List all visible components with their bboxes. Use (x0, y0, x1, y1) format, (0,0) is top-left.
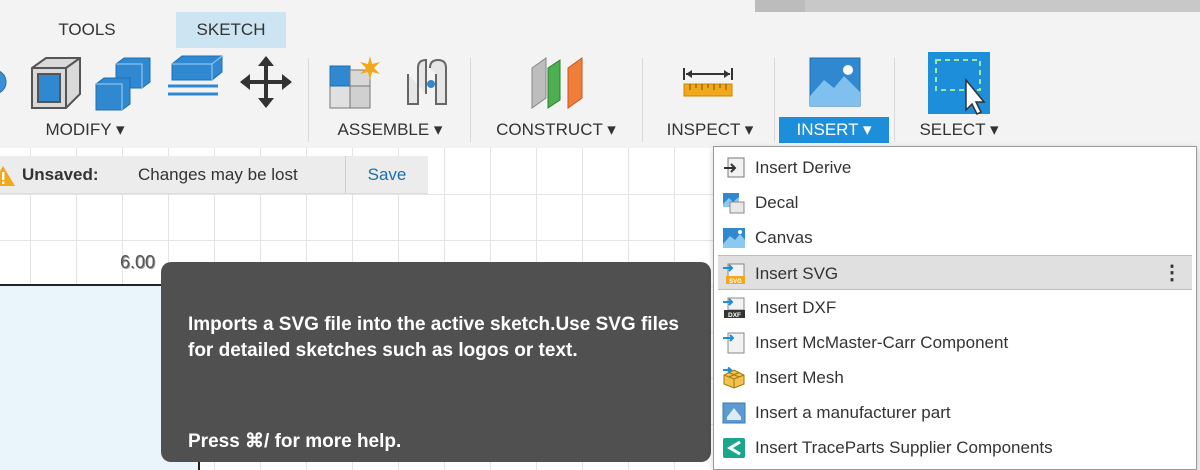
unsaved-banner: Unsaved: Changes may be lost Save (0, 156, 428, 194)
split-body-icon[interactable] (166, 54, 226, 104)
insert-dxf-icon: DXF (723, 297, 745, 319)
decal-icon (723, 193, 745, 214)
measure-icon[interactable] (680, 66, 736, 98)
svg-text:SVG: SVG (729, 279, 742, 285)
menu-item-insert-mesh[interactable]: Insert Mesh (718, 360, 1192, 395)
insert-image-icon[interactable] (808, 56, 862, 108)
toolbar-divider (642, 58, 643, 142)
inspect-menu[interactable]: INSPECT ▾ (660, 117, 760, 143)
tab-sketch[interactable]: SKETCH (176, 12, 286, 48)
tooltip-help-hint: Press ⌘/ for more help. (188, 431, 402, 452)
insert-svg-icon: SVG (723, 263, 745, 285)
toolbar-divider (308, 58, 309, 142)
toolbar-divider (470, 58, 471, 142)
insert-dropdown-menu: Insert Derive Decal Canvas SVG Insert SV… (713, 146, 1197, 470)
toolbar-divider (774, 58, 775, 142)
toolbar: MODIFY ▾ ASSEMBLE ▾ CONSTRUCT ▾ INSPECT … (0, 48, 1200, 148)
select-icon[interactable] (926, 50, 992, 116)
new-component-icon[interactable] (326, 52, 384, 112)
insert-derive-icon (724, 157, 745, 178)
modify-menu[interactable]: MODIFY ▾ (30, 117, 140, 143)
more-options-icon[interactable]: ⋮ (1162, 256, 1182, 291)
menu-item-insert-svg[interactable]: SVG Insert SVG ⋮ (718, 255, 1192, 290)
construction-plane-icon[interactable] (528, 54, 592, 110)
title-strip (755, 0, 1200, 12)
insert-menu[interactable]: INSERT ▾ (779, 117, 889, 143)
construct-menu[interactable]: CONSTRUCT ▾ (486, 117, 626, 143)
modify-partial-icon[interactable] (0, 62, 12, 102)
menu-item-canvas[interactable]: Canvas (718, 220, 1192, 255)
menu-item-insert-dxf[interactable]: DXF Insert DXF (718, 290, 1192, 325)
unsaved-label: Unsaved: (22, 165, 99, 184)
move-icon[interactable] (238, 54, 294, 110)
menu-item-decal[interactable]: Decal (718, 185, 1192, 220)
save-button[interactable]: Save (346, 156, 428, 194)
warning-icon (0, 166, 15, 186)
manufacturer-part-icon (722, 402, 746, 424)
sketch-dimension[interactable]: 6.00 (120, 252, 155, 273)
insert-svg-tooltip: Imports a SVG file into the active sketc… (161, 262, 711, 462)
unsaved-message: Changes may be lost (138, 165, 298, 184)
menu-item-insert-traceparts[interactable]: Insert TraceParts Supplier Components (718, 430, 1192, 465)
select-menu[interactable]: SELECT ▾ (906, 117, 1012, 143)
tab-tools[interactable]: TOOLS (22, 12, 152, 48)
joint-icon[interactable] (402, 54, 452, 110)
canvas-icon (723, 228, 745, 248)
shell-icon[interactable] (24, 56, 82, 110)
insert-mesh-icon (723, 367, 745, 389)
tooltip-description: Imports a SVG file into the active sketc… (188, 314, 679, 361)
mcmaster-carr-icon (723, 332, 745, 354)
svg-text:DXF: DXF (728, 312, 741, 319)
traceparts-icon (723, 438, 745, 458)
menu-item-insert-mcmaster-carr[interactable]: Insert McMaster-Carr Component (718, 325, 1192, 360)
combine-icon[interactable] (94, 56, 154, 112)
assemble-menu[interactable]: ASSEMBLE ▾ (328, 117, 452, 143)
toolbar-divider (894, 58, 895, 142)
menu-item-insert-derive[interactable]: Insert Derive (718, 150, 1192, 185)
top-bar: TOOLS SKETCH (0, 0, 1200, 48)
menu-item-insert-manufacturer-part[interactable]: Insert a manufacturer part (718, 395, 1192, 430)
